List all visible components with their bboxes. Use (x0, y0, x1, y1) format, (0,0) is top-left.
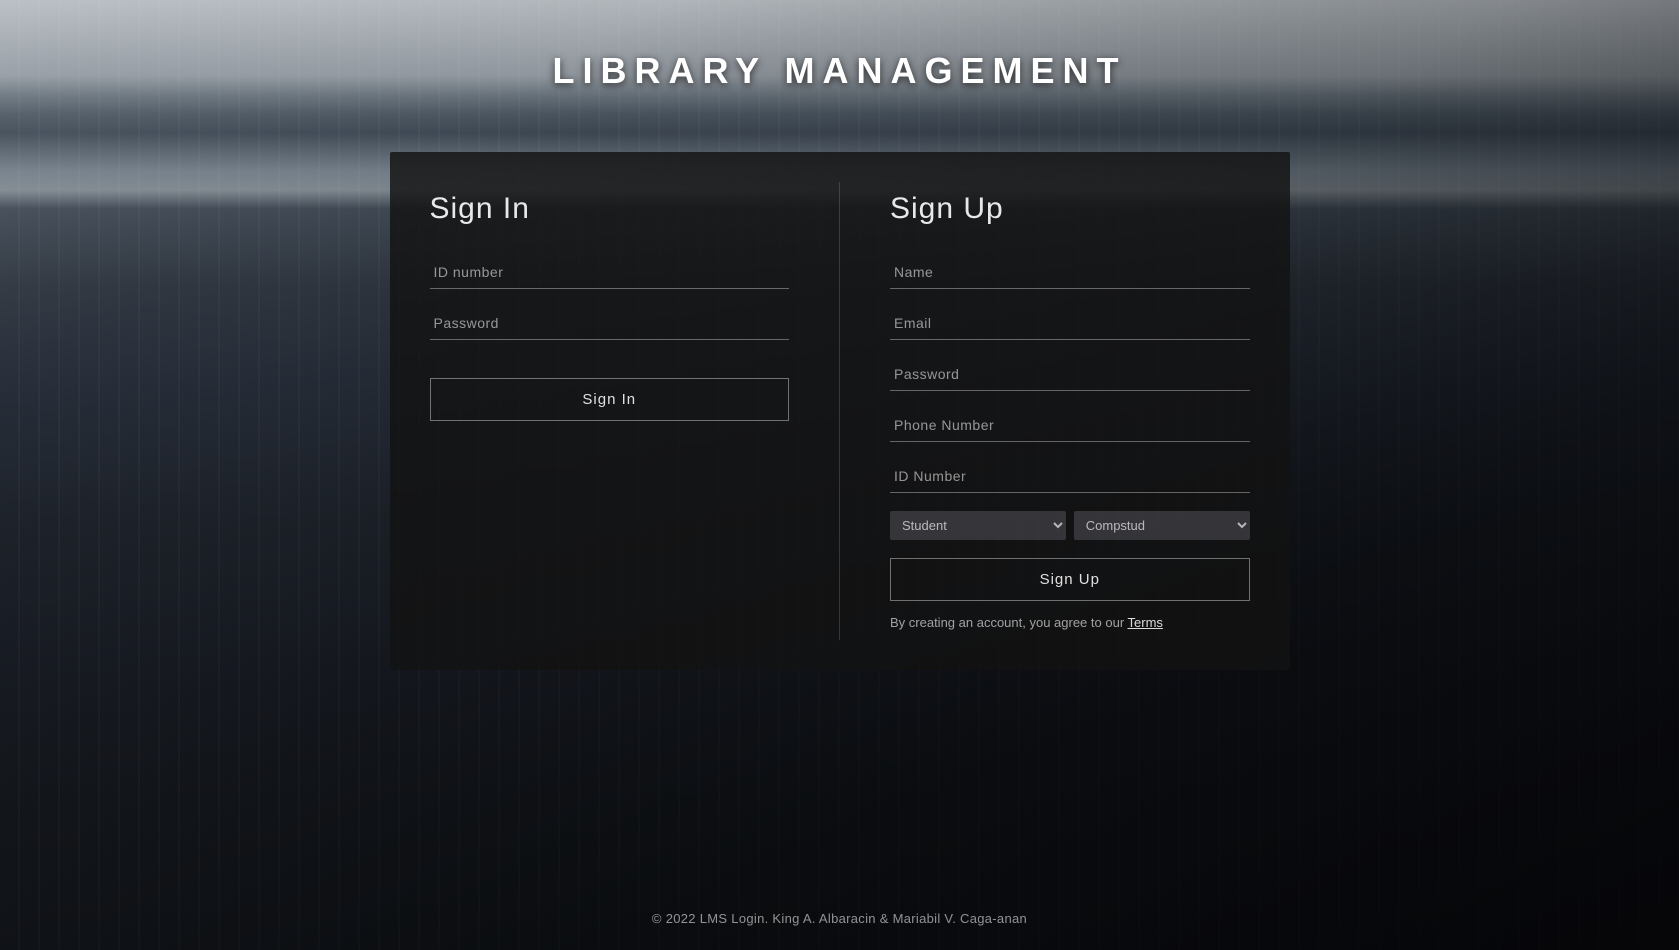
signup-selects-row: Student Faculty Staff Compstud BSIT BSCS (890, 511, 1250, 540)
signup-email-input[interactable] (890, 307, 1250, 340)
signup-password-input[interactable] (890, 358, 1250, 391)
signin-panel: Sign In Sign In (390, 152, 840, 670)
footer-text: © 2022 LMS Login. King A. Albaracin & Ma… (0, 911, 1679, 926)
signin-id-input[interactable] (430, 256, 790, 289)
signin-password-group (430, 307, 790, 340)
signup-heading: Sign Up (890, 192, 1250, 226)
signin-button[interactable]: Sign In (430, 378, 790, 421)
signin-heading: Sign In (430, 192, 790, 226)
signup-phone-input[interactable] (890, 409, 1250, 442)
signup-panel: Sign Up Student Faculty Staff (840, 152, 1290, 670)
signup-idnumber-input[interactable] (890, 460, 1250, 493)
terms-prefix: By creating an account, you agree to our (890, 615, 1128, 630)
terms-link[interactable]: Terms (1128, 615, 1163, 630)
signup-role-select[interactable]: Student Faculty Staff (890, 511, 1066, 540)
signup-email-group (890, 307, 1250, 340)
signin-id-group (430, 256, 790, 289)
terms-text: By creating an account, you agree to our… (890, 615, 1250, 630)
signup-password-group (890, 358, 1250, 391)
signup-idnumber-group (890, 460, 1250, 493)
signup-course-select[interactable]: Compstud BSIT BSCS (1074, 511, 1250, 540)
page-title: LIBRARY MANAGEMENT (553, 50, 1127, 92)
main-card: Sign In Sign In Sign Up (390, 152, 1290, 670)
signup-name-input[interactable] (890, 256, 1250, 289)
signin-password-input[interactable] (430, 307, 790, 340)
signup-button[interactable]: Sign Up (890, 558, 1250, 601)
signup-phone-group (890, 409, 1250, 442)
signup-name-group (890, 256, 1250, 289)
